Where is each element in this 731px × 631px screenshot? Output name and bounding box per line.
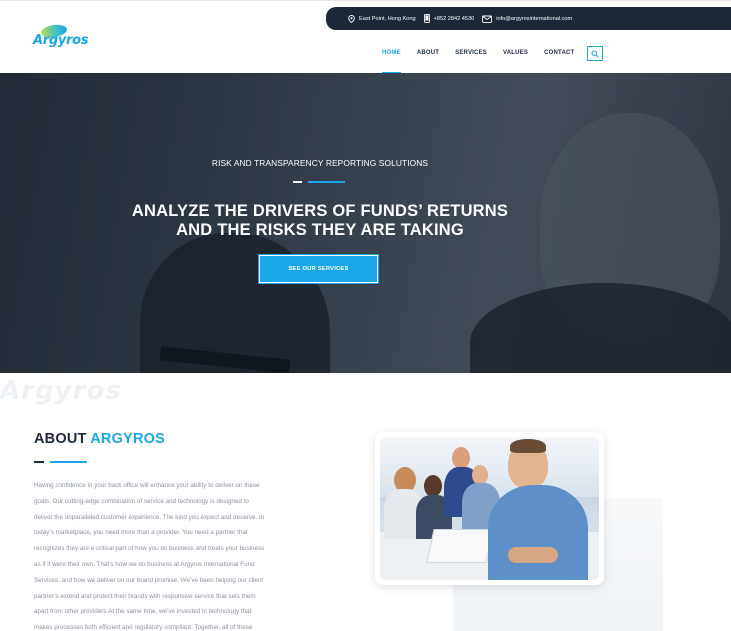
nav-contact[interactable]: CONTACT (544, 45, 574, 74)
nav-about[interactable]: ABOUT (417, 45, 439, 74)
about-line: today’s marketplace, you need more than … (34, 529, 248, 537)
nav-values[interactable]: VALUES (503, 45, 528, 74)
map-pin-icon (348, 14, 355, 23)
address-item: East Point, Hong Kong (348, 14, 416, 23)
hero-subtitle: RISK AND TRANSPARENCY REPORTING SOLUTION… (211, 158, 429, 168)
team-photo (380, 437, 599, 580)
about-line: apart from other providers.At the same t… (34, 608, 252, 616)
photo-person-3 (452, 447, 470, 469)
search-icon (591, 50, 599, 58)
photo-person-2 (424, 475, 442, 497)
main-nav: HOME ABOUT SERVICES VALUES CONTACT (382, 45, 590, 74)
nav-home[interactable]: HOME (382, 45, 401, 74)
logo-text: Argyros (33, 33, 89, 48)
about-line: makes processes both efficient and regul… (34, 624, 253, 631)
about-divider-short (34, 461, 44, 463)
phone-text: +852 2842 4530 (433, 15, 475, 22)
email-text: info@argyrosinternational.com (496, 15, 573, 22)
address-text: East Point, Hong Kong (359, 15, 416, 22)
about-heading-prefix: ABOUT (34, 431, 87, 447)
about-line: recognizes they are a critical part of h… (34, 545, 265, 553)
about-line: as if it were their own. That’s how we d… (34, 560, 255, 568)
about-line: goals. Our cutting-edge combination of s… (34, 497, 249, 505)
hero-title: ANALYZE THE DRIVERS OF FUNDS’ RETURNS AN… (110, 202, 530, 240)
about-line: Having confidence in your back office wi… (34, 482, 260, 489)
about-heading: ABOUT ARGYROS (34, 431, 165, 447)
hero-title-line1: ANALYZE THE DRIVERS OF FUNDS’ RETURNS (131, 202, 509, 220)
contact-topbar: East Point, Hong Kong +852 2842 4530 inf… (326, 7, 731, 30)
search-button[interactable] (587, 46, 603, 61)
about-body-text: Having confidence in your back office wi… (34, 478, 318, 631)
hero-divider-short (293, 181, 302, 183)
hero-divider (293, 181, 345, 183)
see-our-services-button[interactable]: SEE OUR SERVICES (258, 254, 379, 284)
photo-laptop (426, 529, 494, 563)
site-header: Argyros East Point, Hong Kong +852 2842 … (0, 0, 731, 74)
photo-person-main-hair (510, 439, 546, 453)
brand-logo[interactable]: Argyros (33, 23, 89, 51)
photo-person-4 (472, 465, 488, 485)
hero-divider-long (308, 181, 345, 183)
about-line: partner’s extend and protect their brand… (34, 592, 256, 600)
about-photo-frame (375, 432, 604, 585)
phone-item[interactable]: +852 2842 4530 (423, 14, 475, 23)
nav-services[interactable]: SERVICES (455, 45, 487, 74)
hero-title-line2: AND THE RISKS THEY ARE TAKING (176, 221, 464, 239)
photo-person-main-hands (508, 547, 558, 563)
mobile-phone-icon (423, 14, 430, 23)
photo-person-main-body (488, 485, 588, 580)
about-line: deliver the unparalleled customer experi… (34, 513, 265, 521)
email-item[interactable]: info@argyrosinternational.com (482, 15, 572, 23)
about-divider-long (50, 461, 87, 463)
about-divider (34, 461, 94, 463)
about-line: Services, and how we deliver on our bran… (34, 576, 264, 584)
envelope-icon (482, 15, 493, 23)
about-heading-accent: ARGYROS (90, 431, 165, 447)
brand-watermark: Argyros (0, 376, 122, 406)
